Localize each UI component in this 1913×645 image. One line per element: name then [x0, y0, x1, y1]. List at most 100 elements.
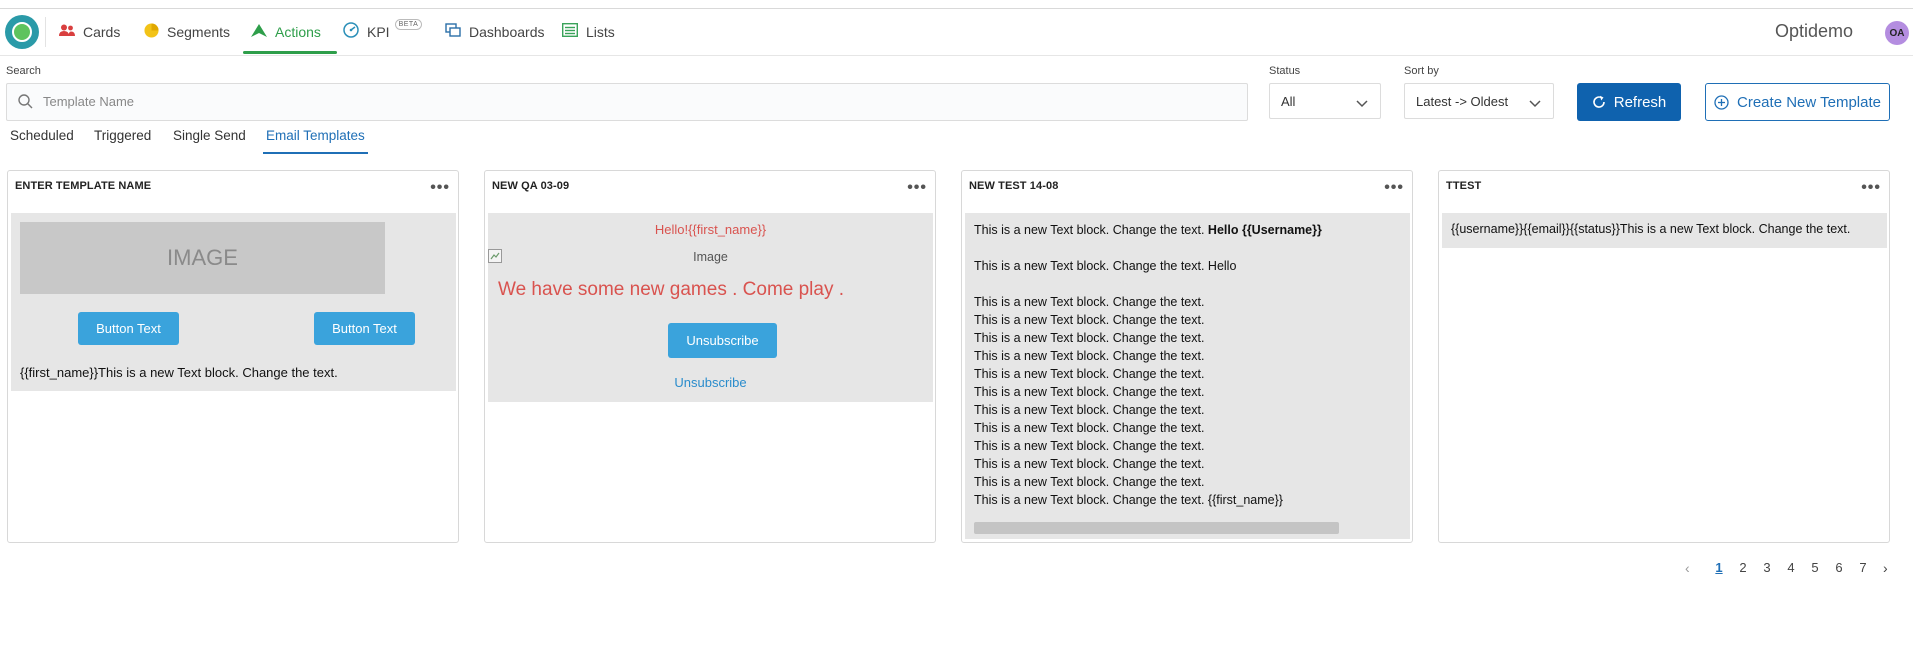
tab-triggered[interactable]: Triggered	[94, 128, 151, 143]
status-label: Status	[1269, 65, 1301, 77]
prev-page-icon[interactable]: ‹	[1685, 560, 1690, 576]
preview-button: Button Text	[78, 312, 179, 345]
text-line-bold: Hello {{Username}}	[1207, 223, 1322, 237]
beta-badge: BETA	[394, 19, 423, 30]
nav-item-segments[interactable]: Segments	[144, 9, 230, 54]
email-preview: IMAGE Button Text Button Text {{first_na…	[11, 213, 456, 391]
text-line: This is a new Text block. Change the tex…	[974, 457, 1205, 471]
horizontal-scrollbar[interactable]	[974, 522, 1339, 534]
tab-email-templates[interactable]: Email Templates	[263, 128, 368, 154]
text-line-prefix: This is a new Text block. Change the tex…	[974, 223, 1208, 237]
next-page-icon[interactable]: ›	[1883, 560, 1888, 576]
list-icon	[561, 22, 579, 40]
top-border	[0, 0, 1913, 9]
text-line: This is a new Text block. Change the tex…	[974, 295, 1205, 309]
create-template-button[interactable]: Create New Template	[1705, 83, 1890, 121]
text-line: This is a new Text block. Change the tex…	[974, 259, 1237, 273]
image-placeholder: IMAGE	[20, 222, 385, 294]
nav-label: KPI	[367, 23, 390, 40]
create-template-label: Create New Template	[1737, 93, 1881, 111]
sort-label: Sort by	[1404, 65, 1439, 77]
template-card[interactable]: NEW QA 03-09 ••• Hello!{{first_name}} Im…	[484, 170, 936, 543]
search-field[interactable]	[6, 83, 1248, 121]
unsubscribe-link: Unsubscribe	[674, 375, 747, 390]
card-title: NEW QA 03-09	[492, 180, 570, 192]
page-link[interactable]: 5	[1807, 560, 1823, 575]
preview-text: {{username}}{{email}}{{status}}This is a…	[1451, 222, 1851, 236]
greeting-text: Hello!{{first_name}}	[654, 222, 767, 237]
headline-text: We have some new games . Come play .	[498, 279, 845, 300]
nav-label: Lists	[586, 23, 615, 40]
nav-divider	[45, 17, 46, 47]
chevron-down-icon	[1356, 96, 1368, 111]
page-link[interactable]: 7	[1855, 560, 1871, 575]
more-options-icon[interactable]: •••	[907, 179, 927, 197]
nav-item-actions[interactable]: Actions	[243, 9, 337, 54]
page-link[interactable]: 6	[1831, 560, 1847, 575]
text-line: This is a new Text block. Change the tex…	[974, 313, 1205, 327]
tab-scheduled[interactable]: Scheduled	[10, 128, 74, 143]
pagination: ‹ 1 2 3 4 5 6 7 ›	[1683, 560, 1913, 580]
search-label: Search	[6, 65, 41, 77]
text-line: This is a new Text block. Change the tex…	[974, 493, 1283, 507]
nav-item-dashboards[interactable]: Dashboards	[445, 9, 545, 54]
search-icon	[18, 94, 33, 114]
sort-select[interactable]: Latest -> Oldest	[1404, 83, 1554, 119]
pie-chart-icon	[144, 22, 159, 41]
text-block: This is a new Text block. Change the tex…	[974, 221, 1322, 509]
unsubscribe-button: Unsubscribe	[668, 323, 777, 358]
plus-circle-icon	[1714, 94, 1729, 110]
top-navbar: Cards Segments Actions KPI BETA Dashboar…	[0, 9, 1913, 56]
nav-label: Segments	[167, 23, 231, 40]
refresh-button[interactable]: Refresh	[1577, 83, 1681, 121]
page-link[interactable]: 2	[1735, 560, 1751, 575]
text-line: This is a new Text block. Change the tex…	[974, 475, 1205, 489]
text-line: This is a new Text block. Change the tex…	[974, 349, 1205, 363]
text-line: This is a new Text block. Change the tex…	[974, 403, 1205, 417]
nav-item-lists[interactable]: Lists	[561, 9, 615, 54]
chevron-down-icon	[1529, 96, 1541, 111]
image-alt-text: Image	[693, 250, 728, 264]
text-line: This is a new Text block. Change the tex…	[974, 331, 1205, 345]
paper-plane-icon	[251, 23, 267, 40]
template-card[interactable]: ENTER TEMPLATE NAME ••• IMAGE Button Tex…	[7, 170, 459, 543]
template-card[interactable]: TTEST ••• {{username}}{{email}}{{status}…	[1438, 170, 1890, 543]
email-preview: Hello!{{first_name}} Image We have some …	[488, 213, 933, 402]
email-preview: This is a new Text block. Change the tex…	[965, 213, 1410, 539]
nav-item-cards[interactable]: Cards	[59, 9, 120, 54]
brand-name: Optidemo	[1774, 21, 1853, 41]
text-line: This is a new Text block. Change the tex…	[974, 385, 1205, 399]
refresh-label: Refresh	[1613, 93, 1667, 111]
nav-label: Actions	[275, 23, 321, 40]
email-preview: {{username}}{{email}}{{status}}This is a…	[1442, 213, 1887, 248]
tab-single-send[interactable]: Single Send	[173, 128, 246, 143]
sort-value: Latest -> Oldest	[1416, 93, 1509, 109]
search-input[interactable]	[43, 84, 1223, 118]
template-card[interactable]: NEW TEST 14-08 ••• This is a new Text bl…	[961, 170, 1413, 543]
nav-label: Cards	[83, 23, 121, 40]
text-line: This is a new Text block. Change the tex…	[974, 367, 1205, 381]
text-line: This is a new Text block. Change the tex…	[974, 439, 1205, 453]
more-options-icon[interactable]: •••	[430, 179, 450, 197]
avatar[interactable]: OA	[1885, 21, 1909, 45]
page-link[interactable]: 4	[1783, 560, 1799, 575]
gauge-icon	[343, 22, 359, 41]
nav-label: Dashboards	[469, 23, 545, 40]
preview-text: {{first_name}}This is a new Text block. …	[20, 365, 338, 380]
preview-button: Button Text	[314, 312, 415, 345]
nav-item-kpi[interactable]: KPI BETA	[343, 9, 423, 54]
page-link[interactable]: 1	[1711, 560, 1727, 575]
card-title: NEW TEST 14-08	[969, 180, 1059, 192]
app-logo[interactable]	[5, 15, 39, 49]
users-icon	[59, 24, 75, 40]
text-line: This is a new Text block. Change the tex…	[974, 421, 1205, 435]
status-value: All	[1281, 93, 1296, 109]
page-link[interactable]: 3	[1759, 560, 1775, 575]
text-line: This is a new Text block. Change the tex…	[974, 221, 1322, 239]
card-title: TTEST	[1446, 180, 1482, 192]
more-options-icon[interactable]: •••	[1861, 179, 1881, 197]
more-options-icon[interactable]: •••	[1384, 179, 1404, 197]
status-select[interactable]: All	[1269, 83, 1381, 119]
